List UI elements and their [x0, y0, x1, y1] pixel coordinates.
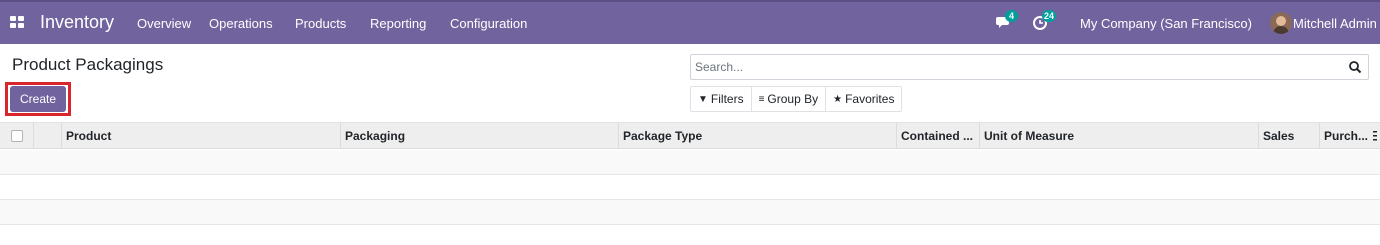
messages-count-badge: 4: [1005, 10, 1018, 22]
column-product[interactable]: Product: [61, 123, 340, 149]
filters-label: Filters: [710, 92, 744, 106]
search-bar[interactable]: [690, 54, 1369, 80]
column-packaging[interactable]: Packaging: [340, 123, 619, 149]
menu-configuration[interactable]: Configuration: [450, 16, 527, 31]
favorites-button[interactable]: ★ Favorites: [826, 87, 902, 111]
funnel-icon: ▼: [698, 93, 708, 105]
user-menu[interactable]: Mitchell Admin: [1293, 16, 1377, 31]
chat-bubbles-icon[interactable]: 4: [996, 10, 1018, 32]
select-all-checkbox[interactable]: [11, 130, 23, 142]
avatar[interactable]: [1270, 12, 1292, 34]
clock-activity-icon[interactable]: 24: [1033, 10, 1057, 32]
column-purchase[interactable]: Purch...: [1319, 123, 1371, 149]
menu-products[interactable]: Products: [295, 16, 346, 31]
column-sales[interactable]: Sales: [1258, 123, 1319, 149]
search-input[interactable]: [695, 58, 1335, 76]
list-header: Product Packaging Package Type Contained…: [0, 122, 1380, 149]
bars-icon: ≡: [758, 93, 765, 105]
create-button[interactable]: Create: [10, 86, 66, 112]
menu-operations[interactable]: Operations: [209, 16, 273, 31]
apps-grid-icon[interactable]: [10, 16, 26, 30]
filters-button[interactable]: ▼ Filters: [691, 87, 752, 111]
star-icon: ★: [833, 93, 843, 105]
search-options: ▼ Filters ≡ Group By ★ Favorites: [690, 86, 903, 112]
page-title: Product Packagings: [12, 55, 164, 74]
column-contained-quantity[interactable]: Contained ...: [896, 123, 979, 149]
app-brand[interactable]: Inventory: [40, 12, 114, 33]
search-icon[interactable]: [1348, 60, 1362, 74]
menu-overview[interactable]: Overview: [137, 16, 191, 31]
favorites-label: Favorites: [845, 92, 895, 106]
table-row: [0, 200, 1380, 225]
group-by-button[interactable]: ≡ Group By: [751, 87, 827, 111]
group-by-label: Group By: [767, 92, 819, 106]
company-switcher[interactable]: My Company (San Francisco): [1080, 16, 1252, 31]
handle-column: [33, 123, 34, 149]
activities-count-badge: 24: [1042, 10, 1057, 22]
column-unit-of-measure[interactable]: Unit of Measure: [979, 123, 1258, 149]
menu-reporting[interactable]: Reporting: [370, 16, 426, 31]
table-row: [0, 150, 1380, 175]
table-row: [0, 175, 1380, 200]
top-navbar: Inventory Overview Operations Products R…: [0, 0, 1380, 44]
optional-columns-icon[interactable]: [1372, 129, 1378, 143]
column-package-type[interactable]: Package Type: [618, 123, 897, 149]
